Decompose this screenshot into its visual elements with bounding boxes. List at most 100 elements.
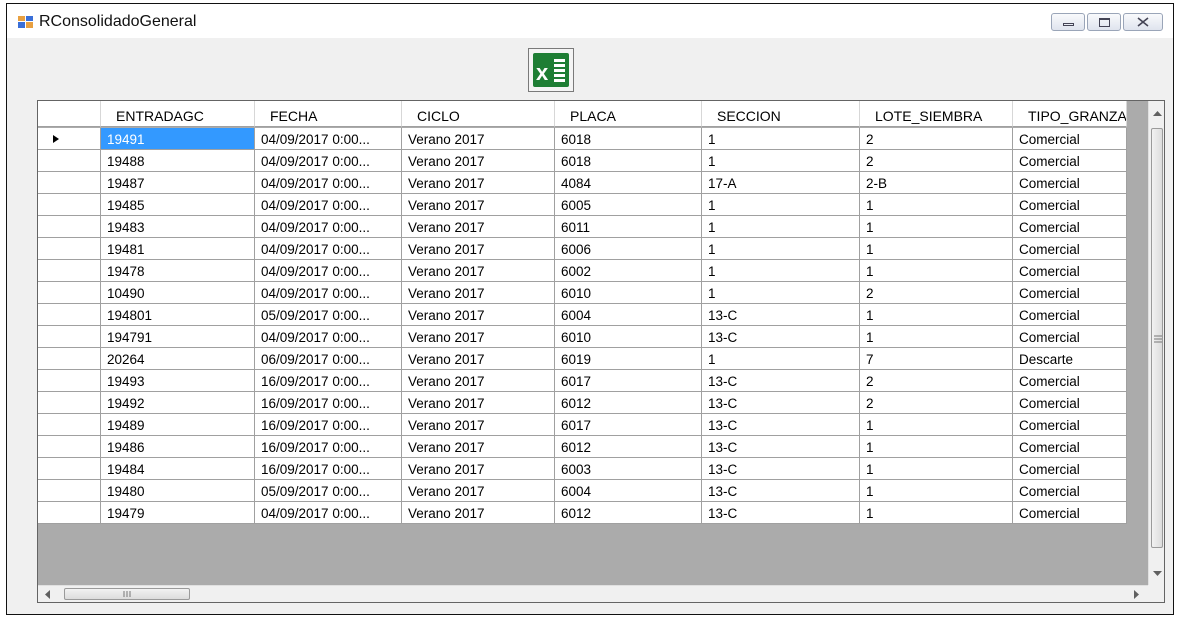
table-cell-lote-siembra[interactable]: 2 xyxy=(860,282,1013,304)
table-cell-tipo-granza[interactable]: Comercial xyxy=(1013,238,1127,260)
table-cell-lote-siembra[interactable]: 2 xyxy=(860,392,1013,414)
table-cell-ciclo[interactable]: Verano 2017 xyxy=(402,414,555,436)
table-cell-seccion[interactable]: 13-C xyxy=(702,304,860,326)
table-cell-ciclo[interactable]: Verano 2017 xyxy=(402,436,555,458)
table-cell-lote-siembra[interactable]: 1 xyxy=(860,480,1013,502)
table-cell-ciclo[interactable]: Verano 2017 xyxy=(402,480,555,502)
row-header[interactable] xyxy=(38,216,101,238)
table-cell-fecha[interactable]: 04/09/2017 0:00... xyxy=(255,238,402,260)
row-header[interactable] xyxy=(38,348,101,370)
table-cell-lote-siembra[interactable]: 2-B xyxy=(860,172,1013,194)
table-cell-entradagc[interactable]: 20264 xyxy=(101,348,255,370)
table-cell-seccion[interactable]: 13-C xyxy=(702,480,860,502)
table-cell-fecha[interactable]: 04/09/2017 0:00... xyxy=(255,502,402,524)
table-cell-fecha[interactable]: 04/09/2017 0:00... xyxy=(255,282,402,304)
table-cell-tipo-granza[interactable]: Descarte xyxy=(1013,348,1127,370)
table-cell-entradagc[interactable]: 19493 xyxy=(101,370,255,392)
table-cell-fecha[interactable]: 04/09/2017 0:00... xyxy=(255,260,402,282)
row-header[interactable] xyxy=(38,194,101,216)
table-cell-lote-siembra[interactable]: 1 xyxy=(860,194,1013,216)
table-cell-entradagc[interactable]: 194801 xyxy=(101,304,255,326)
table-cell-placa[interactable]: 6012 xyxy=(555,392,702,414)
table-cell-entradagc[interactable]: 19478 xyxy=(101,260,255,282)
row-header[interactable] xyxy=(38,458,101,480)
table-cell-tipo-granza[interactable]: Comercial xyxy=(1013,326,1127,348)
column-header-fecha[interactable]: FECHA xyxy=(255,101,402,127)
column-header-seccion[interactable]: SECCION xyxy=(702,101,860,127)
table-cell-placa[interactable]: 6004 xyxy=(555,480,702,502)
table-cell-entradagc[interactable]: 19486 xyxy=(101,436,255,458)
table-cell-ciclo[interactable]: Verano 2017 xyxy=(402,194,555,216)
table-cell-lote-siembra[interactable]: 7 xyxy=(860,348,1013,370)
vertical-scroll-thumb[interactable] xyxy=(1151,128,1163,548)
table-cell-seccion[interactable]: 13-C xyxy=(702,370,860,392)
table-cell-tipo-granza[interactable]: Comercial xyxy=(1013,458,1127,480)
table-cell-seccion[interactable]: 1 xyxy=(702,282,860,304)
table-cell-lote-siembra[interactable]: 1 xyxy=(860,238,1013,260)
table-cell-tipo-granza[interactable]: Comercial xyxy=(1013,370,1127,392)
table-cell-placa[interactable]: 6017 xyxy=(555,414,702,436)
table-cell-placa[interactable]: 6010 xyxy=(555,282,702,304)
header-corner[interactable] xyxy=(38,101,101,127)
table-cell-seccion[interactable]: 1 xyxy=(702,260,860,282)
table-cell-fecha[interactable]: 04/09/2017 0:00... xyxy=(255,326,402,348)
table-cell-placa[interactable]: 6005 xyxy=(555,194,702,216)
table-cell-fecha[interactable]: 04/09/2017 0:00... xyxy=(255,128,402,150)
table-cell-seccion[interactable]: 1 xyxy=(702,150,860,172)
table-cell-seccion[interactable]: 1 xyxy=(702,348,860,370)
table-cell-placa[interactable]: 6006 xyxy=(555,238,702,260)
table-cell-seccion[interactable]: 13-C xyxy=(702,436,860,458)
table-cell-fecha[interactable]: 16/09/2017 0:00... xyxy=(255,458,402,480)
table-cell-fecha[interactable]: 05/09/2017 0:00... xyxy=(255,304,402,326)
table-cell-entradagc[interactable]: 19488 xyxy=(101,150,255,172)
column-header-ciclo[interactable]: CICLO xyxy=(402,101,555,127)
table-cell-placa[interactable]: 6012 xyxy=(555,436,702,458)
export-excel-button[interactable]: x xyxy=(528,48,574,92)
table-cell-seccion[interactable]: 1 xyxy=(702,238,860,260)
table-cell-lote-siembra[interactable]: 1 xyxy=(860,458,1013,480)
row-header[interactable] xyxy=(38,326,101,348)
table-cell-lote-siembra[interactable]: 1 xyxy=(860,414,1013,436)
table-cell-ciclo[interactable]: Verano 2017 xyxy=(402,370,555,392)
table-cell-lote-siembra[interactable]: 2 xyxy=(860,150,1013,172)
table-cell-entradagc[interactable]: 19485 xyxy=(101,194,255,216)
table-cell-ciclo[interactable]: Verano 2017 xyxy=(402,150,555,172)
column-header-lote-siembra[interactable]: LOTE_SIEMBRA xyxy=(860,101,1013,127)
title-bar[interactable]: RConsolidadoGeneral xyxy=(7,4,1173,38)
table-cell-placa[interactable]: 6011 xyxy=(555,216,702,238)
table-cell-lote-siembra[interactable]: 1 xyxy=(860,502,1013,524)
row-header[interactable] xyxy=(38,436,101,458)
table-cell-tipo-granza[interactable]: Comercial xyxy=(1013,304,1127,326)
table-cell-placa[interactable]: 6018 xyxy=(555,150,702,172)
table-cell-tipo-granza[interactable]: Comercial xyxy=(1013,260,1127,282)
table-cell-tipo-granza[interactable]: Comercial xyxy=(1013,150,1127,172)
table-cell-ciclo[interactable]: Verano 2017 xyxy=(402,172,555,194)
row-header[interactable] xyxy=(38,128,101,150)
table-cell-entradagc[interactable]: 19492 xyxy=(101,392,255,414)
table-cell-tipo-granza[interactable]: Comercial xyxy=(1013,502,1127,524)
table-cell-entradagc[interactable]: 19479 xyxy=(101,502,255,524)
table-cell-ciclo[interactable]: Verano 2017 xyxy=(402,260,555,282)
table-cell-lote-siembra[interactable]: 1 xyxy=(860,216,1013,238)
table-cell-ciclo[interactable]: Verano 2017 xyxy=(402,348,555,370)
table-cell-lote-siembra[interactable]: 1 xyxy=(860,260,1013,282)
table-cell-fecha[interactable]: 05/09/2017 0:00... xyxy=(255,480,402,502)
table-cell-seccion[interactable]: 1 xyxy=(702,216,860,238)
column-header-tipo-granza[interactable]: TIPO_GRANZA xyxy=(1013,101,1127,127)
table-cell-entradagc[interactable]: 19487 xyxy=(101,172,255,194)
table-cell-entradagc[interactable]: 19484 xyxy=(101,458,255,480)
table-cell-tipo-granza[interactable]: Comercial xyxy=(1013,216,1127,238)
table-cell-lote-siembra[interactable]: 1 xyxy=(860,326,1013,348)
table-cell-placa[interactable]: 6017 xyxy=(555,370,702,392)
table-cell-entradagc[interactable]: 194791 xyxy=(101,326,255,348)
row-header[interactable] xyxy=(38,370,101,392)
table-cell-placa[interactable]: 6019 xyxy=(555,348,702,370)
row-header[interactable] xyxy=(38,502,101,524)
table-cell-fecha[interactable]: 16/09/2017 0:00... xyxy=(255,370,402,392)
column-header-placa[interactable]: PLACA xyxy=(555,101,702,127)
table-cell-ciclo[interactable]: Verano 2017 xyxy=(402,392,555,414)
table-cell-entradagc[interactable]: 19480 xyxy=(101,480,255,502)
table-cell-fecha[interactable]: 04/09/2017 0:00... xyxy=(255,216,402,238)
table-cell-seccion[interactable]: 13-C xyxy=(702,392,860,414)
table-cell-seccion[interactable]: 1 xyxy=(702,194,860,216)
